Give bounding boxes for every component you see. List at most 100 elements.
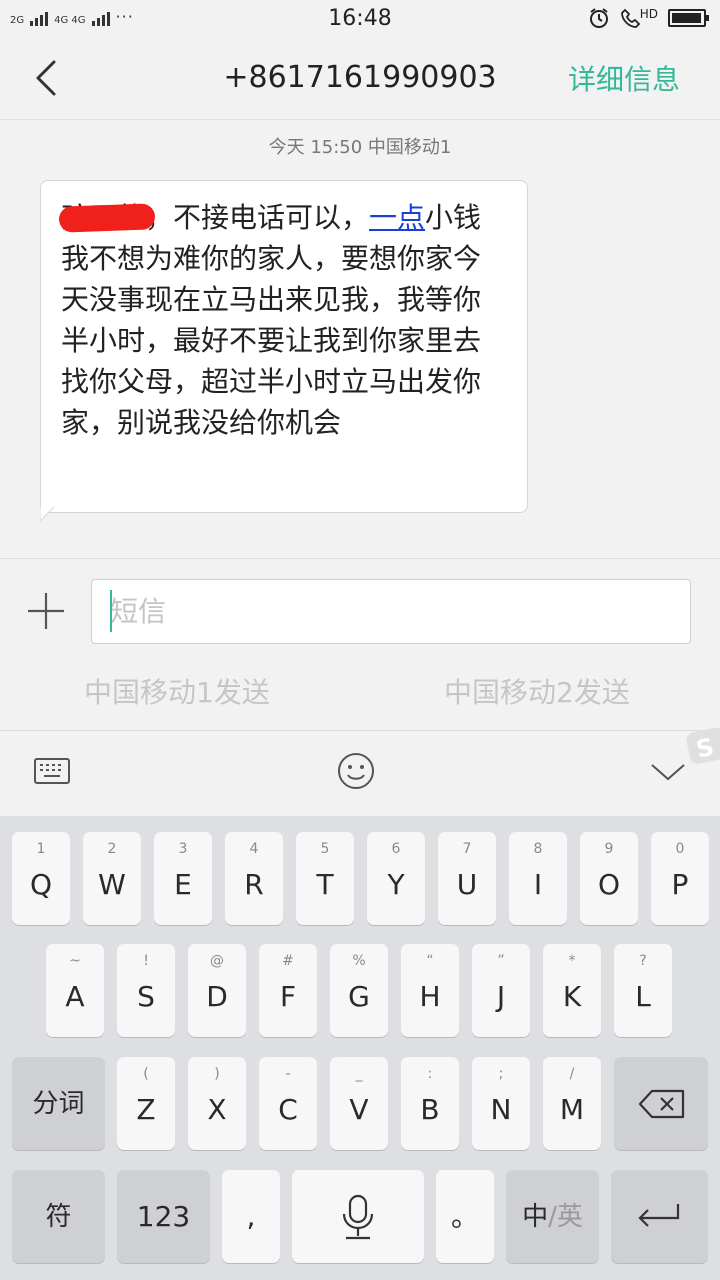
backspace-icon	[638, 1089, 685, 1119]
chevron-down-icon	[651, 764, 685, 781]
sms-input[interactable]	[91, 579, 691, 644]
key-p[interactable]: 0P	[651, 832, 709, 925]
key-w[interactable]: 2W	[83, 832, 141, 925]
key-primary-label: A	[65, 980, 85, 1013]
key-secondary-label: 8	[533, 841, 543, 857]
key-j[interactable]: ” J	[472, 944, 530, 1037]
key-d[interactable]: @ D	[188, 944, 246, 1037]
voice-input-key[interactable]	[292, 1170, 424, 1263]
bubble-tail	[40, 507, 54, 521]
key-secondary-label: !	[143, 953, 149, 969]
key-r[interactable]: 4R	[225, 832, 283, 925]
key-c[interactable]: -C	[259, 1057, 317, 1150]
key-n[interactable]: ; N	[472, 1057, 530, 1150]
emoji-button[interactable]	[336, 751, 380, 795]
key-secondary-label: )	[214, 1066, 220, 1082]
conversation-header: +8617161990903 详细信息	[0, 38, 720, 120]
key-secondary-label: ?	[639, 953, 647, 969]
details-button[interactable]: 详细信息	[568, 58, 680, 98]
hd-badge: HD	[639, 7, 658, 21]
hd-call-indicator: HD	[620, 7, 658, 29]
key-secondary-label: 0	[675, 841, 685, 857]
phone-icon	[620, 8, 641, 28]
key-primary-label: S	[137, 980, 155, 1013]
key-z[interactable]: (Z	[117, 1057, 175, 1150]
period-key-label: 。	[450, 1199, 479, 1233]
alarm-icon	[589, 8, 608, 28]
enter-key[interactable]	[611, 1170, 708, 1263]
key-primary-label: H	[419, 980, 441, 1013]
key-f[interactable]: # F	[259, 944, 317, 1037]
numbers-key[interactable]: 123	[117, 1170, 210, 1263]
key-g[interactable]: % G	[330, 944, 388, 1037]
key-primary-label: C	[278, 1093, 298, 1126]
incoming-message-bubble[interactable]: 孩子的，不接电话可以，一点小钱我不想为难你的家人，要想你家今天没事现在立马出来见…	[40, 180, 528, 513]
key-secondary-label: 7	[462, 841, 472, 857]
plus-icon	[28, 593, 64, 629]
fenci-key-label: 分词	[32, 1088, 85, 1119]
key-s[interactable]: ! S	[117, 944, 175, 1037]
key-primary-label: G	[348, 980, 370, 1013]
key-secondary-label: ;	[498, 1066, 504, 1082]
key-primary-label: P	[671, 868, 689, 901]
key-t[interactable]: 5T	[296, 832, 354, 925]
enter-icon	[638, 1204, 680, 1227]
key-primary-label: K	[562, 980, 582, 1013]
numbers-key-label: 123	[136, 1199, 191, 1233]
key-k[interactable]: * K	[543, 944, 601, 1037]
key-e[interactable]: 3E	[154, 832, 212, 925]
key-secondary-label: /	[569, 1066, 575, 1082]
fenci-key[interactable]: 分词	[12, 1057, 105, 1150]
key-secondary-label: ”	[497, 953, 505, 969]
backspace-key[interactable]	[614, 1057, 708, 1150]
key-b[interactable]: :B	[401, 1057, 459, 1150]
key-y[interactable]: 6Y	[367, 832, 425, 925]
key-secondary-label: “	[426, 953, 434, 969]
composer: 中国移动1发送 中国移动2发送	[0, 558, 720, 730]
key-primary-label: D	[206, 980, 228, 1013]
key-secondary-label: *	[568, 953, 576, 969]
key-secondary-label: 6	[391, 841, 401, 857]
status-bar: 2G 4G 4G ··· 16:48 HD	[0, 0, 720, 38]
redaction-mark	[58, 203, 156, 233]
send-sim2-button[interactable]: 中国移动2发送	[444, 671, 630, 711]
key-secondary-label: :	[427, 1066, 433, 1082]
key-secondary-label: _	[355, 1066, 363, 1082]
attach-button[interactable]	[26, 591, 66, 631]
key-secondary-label: 5	[320, 841, 330, 857]
key-q[interactable]: 1Q	[12, 832, 70, 925]
key-secondary-label: %	[352, 953, 366, 969]
lang-en-label: 英	[556, 1201, 583, 1232]
soft-keyboard: 1Q2W3E4R5T6Y7U8I9O0P ~ A! S @ D # F% G “H” J * K? L …	[0, 816, 720, 1280]
key-primary-label: B	[420, 1093, 440, 1126]
key-secondary-label: -	[285, 1066, 291, 1082]
key-u[interactable]: 7U	[438, 832, 496, 925]
key-primary-label: E	[174, 868, 192, 901]
key-primary-label: N	[490, 1093, 512, 1126]
language-toggle-key[interactable]: 中/英	[506, 1170, 599, 1263]
key-h[interactable]: “H	[401, 944, 459, 1037]
message-list[interactable]: 今天 15:50 中国移动1 孩子的，不接电话可以，一点小钱我不想为难你的家人，…	[0, 121, 720, 558]
key-primary-label: F	[279, 980, 297, 1013]
key-secondary-label: 4	[249, 841, 259, 857]
message-link[interactable]: 一点	[369, 201, 425, 234]
keyboard-switch-button[interactable]	[32, 751, 76, 795]
key-m[interactable]: / M	[543, 1057, 601, 1150]
key-primary-label: Q	[29, 868, 53, 901]
key-secondary-label: 1	[36, 841, 46, 857]
status-icons: HD	[588, 7, 709, 29]
key-l[interactable]: ? L	[614, 944, 672, 1037]
send-sim1-button[interactable]: 中国移动1发送	[84, 671, 270, 711]
key-o[interactable]: 9O	[580, 832, 638, 925]
key-i[interactable]: 8I	[509, 832, 567, 925]
smiley-icon	[338, 753, 374, 789]
key-secondary-label: (	[143, 1066, 149, 1082]
comma-key[interactable]: ,	[222, 1170, 280, 1263]
key-x[interactable]: ) X	[188, 1057, 246, 1150]
key-primary-label: W	[98, 868, 126, 901]
sogou-logo-icon: S	[686, 727, 720, 764]
key-v[interactable]: _ V	[330, 1057, 388, 1150]
period-key[interactable]: 。	[436, 1170, 494, 1263]
key-a[interactable]: ~ A	[46, 944, 104, 1037]
symbols-key[interactable]: 符	[12, 1170, 105, 1263]
